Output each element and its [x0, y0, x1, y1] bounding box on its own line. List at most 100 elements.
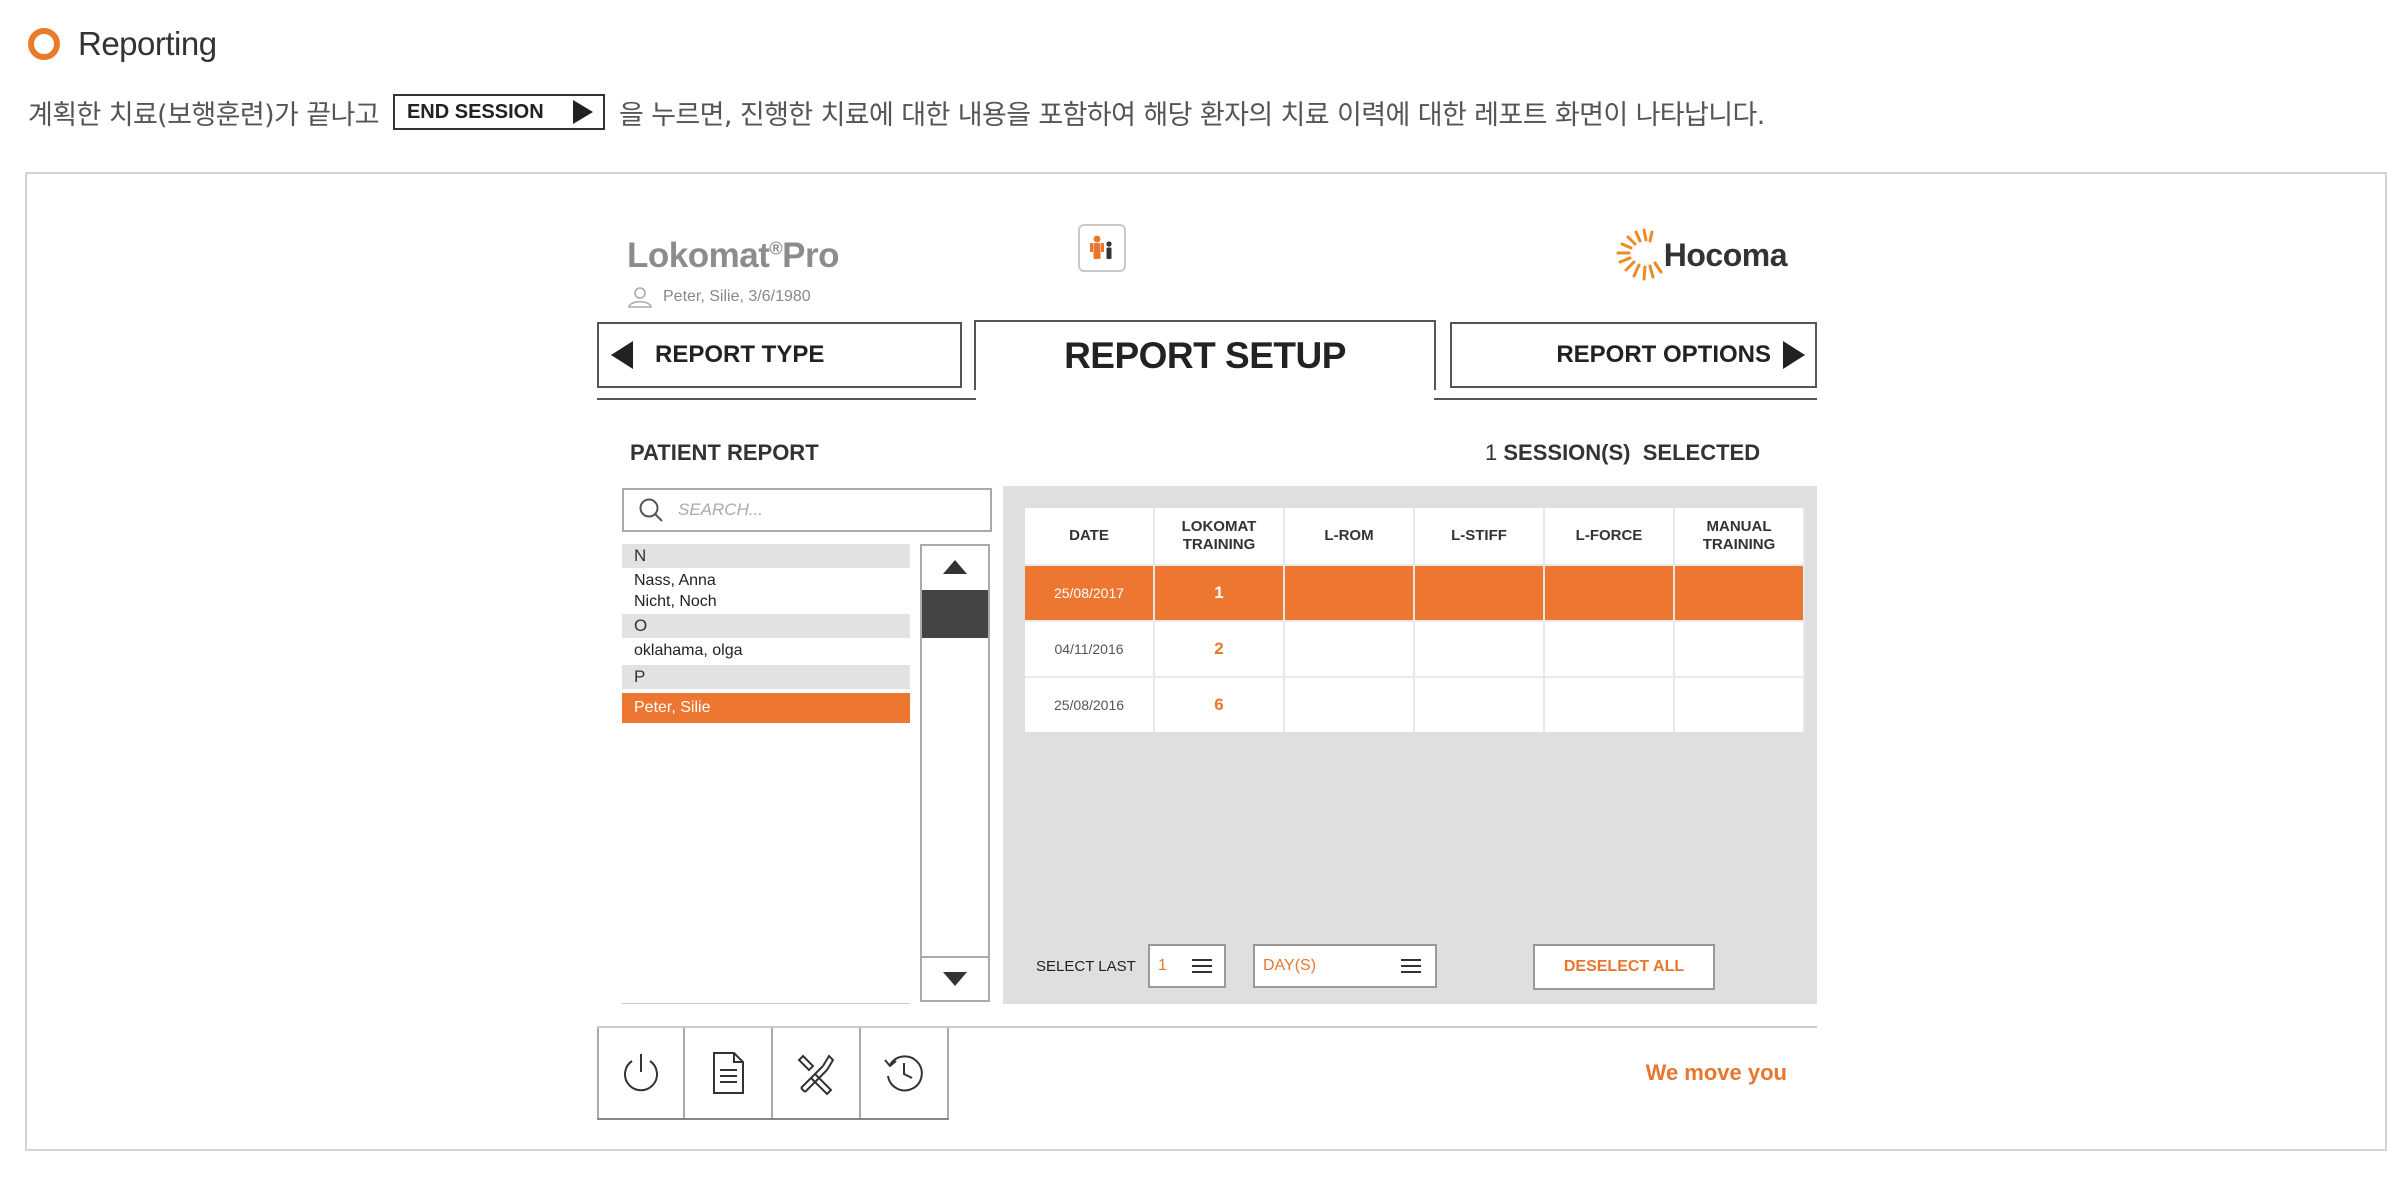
cell-empty	[1414, 676, 1545, 732]
sessions-count: 1	[1485, 440, 1498, 465]
cell-date: 25/08/2017	[1025, 564, 1155, 621]
tab-report-options-label: REPORT OPTIONS	[1556, 341, 1771, 368]
scroll-down-button[interactable]	[922, 956, 988, 1000]
sessions-panel: DATE LOKOMAT TRAINING L-ROM L-STIFF L-FO…	[1003, 486, 1817, 1004]
tools-icon	[797, 1054, 835, 1096]
patient-item[interactable]: oklahama, olga	[622, 640, 910, 661]
cell-date: 25/08/2016	[1025, 676, 1155, 732]
cell-empty	[1284, 620, 1415, 677]
brand-pro: Pro	[782, 236, 839, 275]
cell-empty	[1414, 620, 1545, 677]
select-last-count[interactable]: 1	[1148, 944, 1226, 988]
section-title: Reporting	[78, 25, 217, 62]
hocoma-logo: Hocoma	[1614, 226, 1788, 284]
end-session-label: END SESSION	[406, 100, 544, 123]
sessions-label: SESSION(S) SELECTED	[1503, 440, 1761, 465]
cell-empty	[1674, 564, 1805, 621]
cell-empty	[1674, 620, 1805, 677]
section-heading: Reporting	[28, 22, 217, 66]
col-lokomat-training: LOKOMAT TRAINING	[1154, 508, 1285, 565]
tab-report-options[interactable]: REPORT OPTIONS	[1450, 322, 1817, 388]
sessions-selected: 1 SESSION(S) SELECTED	[1485, 440, 1760, 466]
triangle-up-icon	[943, 560, 967, 574]
intro-before: 계획한 치료(보행훈련)가 끝나고	[28, 99, 380, 131]
menu-icon	[1401, 959, 1421, 973]
patient-list-scrollbar[interactable]	[920, 544, 990, 1002]
company-name: Hocoma	[1663, 236, 1788, 273]
table-row[interactable]: 04/11/2016 2	[1025, 620, 1805, 677]
cell-training: 1	[1154, 564, 1285, 621]
arrow-right-icon	[1783, 341, 1805, 369]
circle-bullet-icon	[28, 28, 60, 60]
cell-empty	[1544, 620, 1675, 677]
count-value: 1	[1158, 957, 1167, 974]
group-header-o: O	[622, 614, 910, 638]
cell-empty	[1284, 676, 1415, 732]
patient-report-label: PATIENT REPORT	[630, 440, 819, 465]
lokomat-app-window: Lokomat®Pro Peter, Silie, 3/6/1980 Hocom…	[597, 224, 1817, 1124]
patient-name: Peter, Silie, 3/6/1980	[663, 288, 811, 305]
pair-icon	[1090, 235, 1112, 259]
col-date: DATE	[1025, 508, 1155, 565]
intro-after: 을 누르면, 진행한 치료에 대한 내용을 포함하여 해당 환자의 치료 이력에…	[618, 99, 1765, 131]
tab-report-setup-label: REPORT SETUP	[1064, 335, 1346, 376]
search-icon	[639, 498, 663, 522]
tab-divider-right	[1434, 398, 1817, 400]
deselect-all-button[interactable]: DESELECT ALL	[1533, 944, 1715, 990]
brand-reg: ®	[769, 238, 783, 259]
table-row[interactable]: 25/08/2016 6	[1025, 676, 1805, 732]
unit-value: DAY(S)	[1263, 957, 1317, 974]
triangle-down-icon	[943, 972, 967, 986]
current-patient: Peter, Silie, 3/6/1980	[627, 286, 811, 308]
group-header-n: N	[622, 544, 910, 568]
list-divider	[622, 1003, 910, 1004]
slogan: We move you	[1645, 1060, 1787, 1085]
search-placeholder: SEARCH...	[678, 500, 764, 519]
document-icon	[713, 1052, 744, 1094]
col-l-rom: L-ROM	[1284, 508, 1415, 565]
group-header-p: P	[622, 665, 910, 689]
col-l-stiff: L-STIFF	[1414, 508, 1545, 565]
document-button[interactable]	[685, 1028, 773, 1118]
arrow-left-icon	[611, 341, 633, 369]
end-session-button-illustration: END SESSION	[392, 94, 605, 130]
menu-icon	[1192, 959, 1212, 973]
cell-empty	[1544, 676, 1675, 732]
patient-pair-button[interactable]	[1078, 224, 1126, 272]
patient-item-selected[interactable]: Peter, Silie	[622, 693, 910, 723]
tab-report-setup[interactable]: REPORT SETUP	[974, 320, 1436, 390]
power-icon	[624, 1054, 658, 1092]
cell-empty	[1674, 676, 1805, 732]
table-row[interactable]: 25/08/2017 1	[1025, 564, 1805, 621]
tab-divider-left	[597, 398, 976, 400]
power-button[interactable]	[597, 1028, 685, 1118]
history-icon	[884, 1055, 923, 1092]
select-last-label: SELECT LAST	[1036, 958, 1136, 975]
patient-item[interactable]: Nicht, Noch	[622, 591, 910, 612]
tab-report-type[interactable]: REPORT TYPE	[597, 322, 962, 388]
tab-report-type-label: REPORT TYPE	[655, 341, 825, 368]
col-manual-training: MANUAL TRAINING	[1674, 508, 1805, 565]
patient-item[interactable]: Nass, Anna	[622, 570, 910, 591]
scroll-thumb[interactable]	[922, 590, 988, 638]
brand-title: Lokomat®Pro	[627, 236, 839, 276]
tools-button[interactable]	[773, 1028, 861, 1118]
brand-main: Lokomat	[627, 236, 770, 275]
scroll-up-button[interactable]	[922, 546, 988, 588]
cell-training: 2	[1154, 620, 1285, 677]
cell-empty	[1284, 564, 1415, 621]
history-button[interactable]	[861, 1028, 949, 1118]
play-arrow-icon	[572, 100, 593, 124]
cell-empty	[1544, 564, 1675, 621]
cell-empty	[1414, 564, 1545, 621]
table-header-row: DATE LOKOMAT TRAINING L-ROM L-STIFF L-FO…	[1025, 508, 1805, 565]
intro-text: 계획한 치료(보행훈련)가 끝나고 END SESSION 을 누르면, 진행한…	[28, 90, 1765, 134]
sessions-table: DATE LOKOMAT TRAINING L-ROM L-STIFF L-FO…	[1025, 508, 1805, 732]
patient-list: N Nass, Anna Nicht, Noch O oklahama, olg…	[622, 544, 910, 723]
cell-date: 04/11/2016	[1025, 620, 1155, 677]
select-last-unit[interactable]: DAY(S)	[1253, 944, 1437, 988]
patient-search-input[interactable]: SEARCH...	[622, 488, 992, 532]
col-l-force: L-FORCE	[1544, 508, 1675, 565]
cell-training: 6	[1154, 676, 1285, 732]
bottom-toolbar	[597, 1028, 949, 1120]
